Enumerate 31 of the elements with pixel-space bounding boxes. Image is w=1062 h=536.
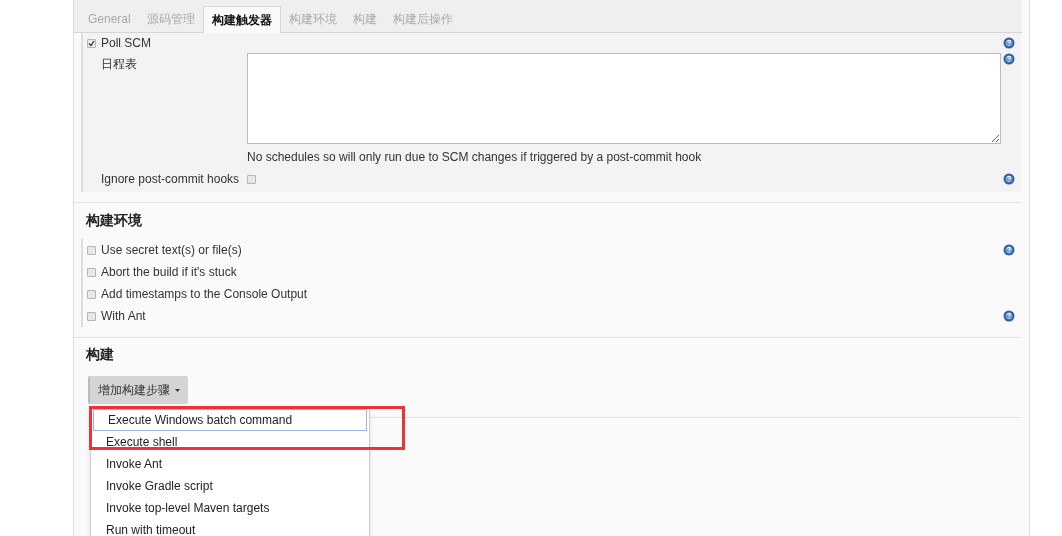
- hint-text: No schedules so will only run due to SCM changes if triggered by a post-commit hook: [247, 149, 703, 166]
- option-label: Poll SCM: [101, 35, 151, 52]
- menu-item[interactable]: Run with timeout: [91, 519, 369, 536]
- help-icon[interactable]: [1003, 244, 1015, 256]
- option-label: Add timestamps to the Console Output: [101, 286, 308, 303]
- help-icon[interactable]: [1003, 173, 1015, 185]
- checkbox[interactable]: [247, 174, 257, 184]
- option-label: Abort the build if it's stuck: [101, 264, 237, 281]
- checkbox[interactable]: [87, 311, 96, 321]
- schedule-field[interactable]: [247, 53, 1001, 144]
- help-icon[interactable]: [1003, 53, 1015, 65]
- menu-item[interactable]: Invoke Ant: [91, 453, 369, 475]
- tab[interactable]: 构建触发器: [202, 6, 281, 33]
- help-icon[interactable]: [1003, 37, 1015, 49]
- field-label: 日程表: [101, 56, 138, 73]
- add-step-button[interactable]: 增加构建步骤: [88, 376, 188, 404]
- menu-item[interactable]: Invoke Gradle script: [91, 475, 369, 497]
- option-label: With Ant: [101, 308, 146, 325]
- section-title: 构建: [85, 345, 114, 364]
- option-label: Use secret text(s) or file(s): [101, 242, 242, 259]
- caret-icon: [175, 388, 180, 392]
- menu-item[interactable]: Execute Windows batch command: [93, 409, 367, 431]
- section-title: 构建环境: [85, 211, 142, 230]
- menu-item[interactable]: Execute shell: [91, 431, 369, 453]
- help-icon[interactable]: [1003, 310, 1015, 322]
- checkbox[interactable]: [87, 245, 96, 255]
- checkbox[interactable]: [87, 267, 96, 277]
- checkbox[interactable]: [87, 38, 96, 48]
- option-label: Ignore post-commit hooks: [101, 171, 240, 188]
- menu-item[interactable]: Invoke top-level Maven targets: [91, 497, 369, 519]
- checkbox[interactable]: [87, 289, 96, 299]
